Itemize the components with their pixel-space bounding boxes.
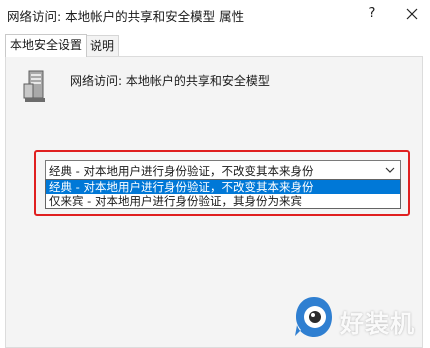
server-icon (23, 70, 45, 102)
title-bar: 网络访问: 本地帐户的共享和安全模型 属性 ? (0, 0, 430, 28)
tab-local-security-setting[interactable]: 本地安全设置 (5, 34, 88, 57)
option-guest-only[interactable]: 仅来宾 - 对本地用户进行身份验证，其身份为来宾 (46, 194, 400, 208)
tab-explain[interactable]: 说明 (85, 35, 120, 56)
watermark-text: 好装机 (340, 310, 415, 338)
window-title: 网络访问: 本地帐户的共享和安全模型 属性 (7, 9, 245, 24)
sharing-model-combobox[interactable]: 经典 - 对本地用户进行身份验证，不改变其本来身份 (45, 160, 401, 180)
watermark: 好装机 (294, 295, 428, 347)
highlight-frame: 经典 - 对本地用户进行身份验证，不改变其本来身份 经典 - 对本地用户进行身份… (34, 150, 410, 216)
close-icon (406, 8, 418, 20)
combobox-value: 经典 - 对本地用户进行身份验证，不改变其本来身份 (49, 164, 314, 178)
dropdown-list: 经典 - 对本地用户进行身份验证，不改变其本来身份 仅来宾 - 对本地用户进行身… (45, 179, 401, 209)
option-classic[interactable]: 经典 - 对本地用户进行身份验证，不改变其本来身份 (46, 180, 400, 194)
help-button[interactable]: ? (361, 3, 383, 25)
watermark-logo-icon (295, 297, 332, 337)
policy-name: 网络访问: 本地帐户的共享和安全模型 (70, 74, 270, 88)
close-button[interactable] (401, 3, 423, 25)
chevron-down-icon[interactable] (384, 164, 396, 176)
